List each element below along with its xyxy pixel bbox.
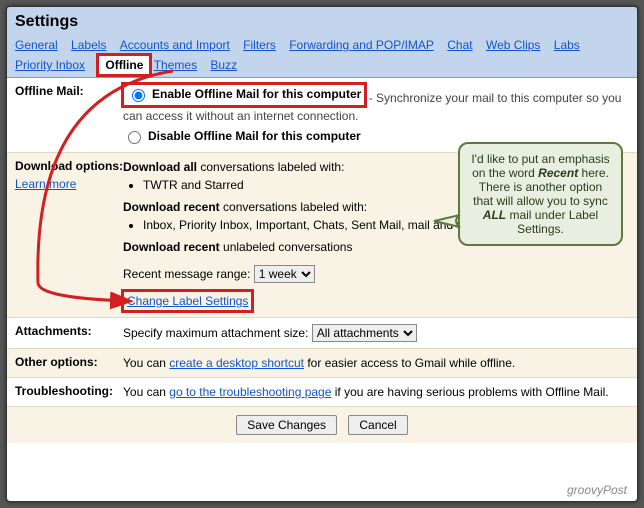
row-other-options: Other options: You can create a desktop … [7,349,637,378]
label-download: Download options: [15,159,123,173]
range-select[interactable]: 1 week [254,265,315,283]
tab-chat[interactable]: Chat [447,35,472,55]
download-recent-unlabeled-desc: unlabeled conversations [220,240,353,254]
watermark: groovyPost [567,483,627,497]
footer: Save Changes Cancel [7,407,637,443]
tab-themes[interactable]: Themes [154,55,197,75]
attachment-size-select[interactable]: All attachments [312,324,417,342]
download-recent-unlabeled: Download recent [123,240,220,254]
range-label: Recent message range: [123,267,250,281]
other-before: You can [123,356,169,370]
cancel-button[interactable]: Cancel [348,415,407,435]
download-recent-desc: conversations labeled with: [220,200,367,214]
save-button[interactable]: Save Changes [236,415,337,435]
tab-labels[interactable]: Labels [71,35,106,55]
tab-labs[interactable]: Labs [554,35,580,55]
annotation-callout: I'd like to put an emphasis on the word … [458,142,623,246]
callout-arrow-icon [430,209,462,231]
tab-filters[interactable]: Filters [243,35,276,55]
trouble-before: You can [123,385,169,399]
enable-offline-label: Enable Offline Mail for this computer [152,86,361,102]
download-all-bold: Download all [123,160,197,174]
settings-tabs: General Labels Accounts and Import Filte… [15,35,629,77]
label-offline: Offline Mail: [15,84,123,98]
download-recent-bold: Download recent [123,200,220,214]
callout-em-recent: Recent [538,166,578,180]
tab-forwarding[interactable]: Forwarding and POP/IMAP [289,35,434,55]
tab-webclips[interactable]: Web Clips [486,35,540,55]
row-attachments: Attachments: Specify maximum attachment … [7,318,637,349]
label-attachments: Attachments: [15,324,123,338]
learn-more-link[interactable]: Learn more [15,177,123,191]
tab-general[interactable]: General [15,35,58,55]
tab-buzz[interactable]: Buzz [210,55,237,75]
other-after: for easier access to Gmail while offline… [304,356,515,370]
row-troubleshooting: Troubleshooting: You can go to the troub… [7,378,637,407]
label-trouble: Troubleshooting: [15,384,123,398]
callout-em-all: ALL [483,208,506,222]
radio-disable-offline[interactable] [128,131,141,144]
label-other: Other options: [15,355,123,369]
troubleshooting-link[interactable]: go to the troubleshooting page [169,385,331,399]
download-all-desc: conversations labeled with: [197,160,344,174]
trouble-after: if you are having serious problems with … [331,385,608,399]
desktop-shortcut-link[interactable]: create a desktop shortcut [169,356,304,370]
tab-priority[interactable]: Priority Inbox [15,55,85,75]
change-label-settings-link[interactable]: Change Label Settings [127,294,248,308]
callout-text-3: mail under Label Settings. [506,208,598,236]
tab-offline[interactable]: Offline [98,55,150,75]
disable-offline-label: Disable Offline Mail for this computer [148,128,361,144]
tab-accounts[interactable]: Accounts and Import [120,35,230,55]
page-title: Settings [15,13,629,31]
attachments-text: Specify maximum attachment size: [123,326,308,340]
radio-enable-offline[interactable] [132,89,145,102]
